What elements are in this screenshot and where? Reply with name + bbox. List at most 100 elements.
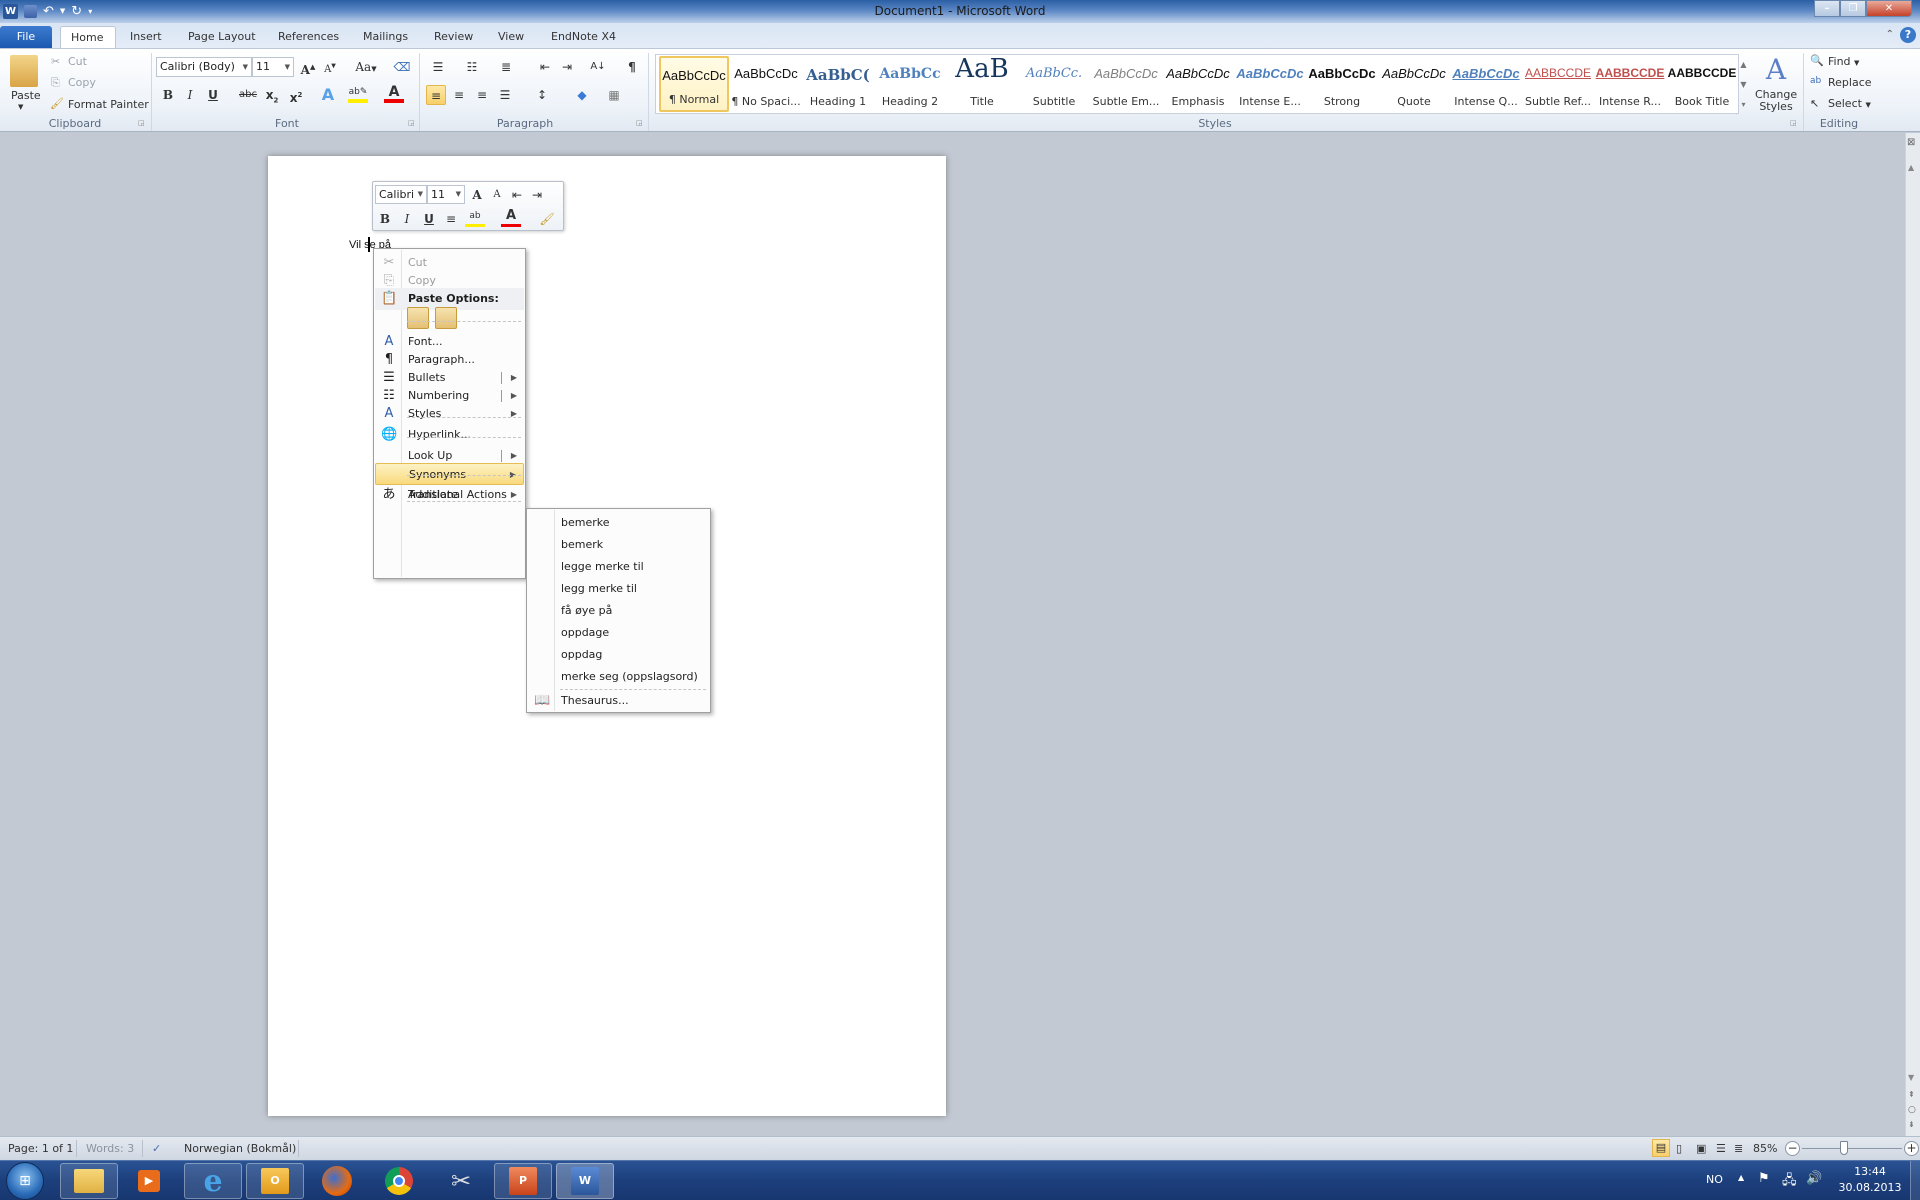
clipboard-launcher-icon[interactable]: ◲ — [138, 119, 145, 127]
scroll-up-icon[interactable]: ▲ — [1908, 163, 1914, 172]
tab-file[interactable]: File — [0, 26, 52, 48]
show-formatting-button[interactable]: ¶ — [622, 57, 642, 77]
minimize-ribbon-icon[interactable]: ⌃ — [1886, 29, 1894, 40]
vertical-scrollbar[interactable]: ⊠ ▲ ▼ ⇞ ○ ⇟ — [1905, 133, 1920, 1136]
shrink-font-button[interactable]: A▼ — [320, 57, 340, 77]
italic-button[interactable]: I — [180, 85, 200, 105]
paste-dropdown-icon[interactable]: ▼ — [18, 103, 23, 111]
font-size-combo[interactable]: 11 ▼ — [252, 57, 294, 77]
style-subtitle[interactable]: AaBbCc. Subtitle — [1019, 56, 1089, 112]
mini-underline-button[interactable]: U — [419, 209, 439, 229]
taskbar-firefox[interactable] — [308, 1163, 366, 1199]
find-button[interactable]: Find ▼ — [1828, 55, 1859, 68]
mini-increase-indent-button[interactable]: ⇥ — [527, 185, 547, 205]
mini-grow-font-button[interactable]: A — [467, 185, 487, 205]
format-painter-button[interactable]: Format Painter — [68, 98, 149, 111]
taskbar-outlook[interactable]: O — [246, 1163, 304, 1199]
numbering-button[interactable]: ☷ — [462, 57, 482, 77]
style-no-spaci[interactable]: AaBbCcDc ¶ No Spaci... — [731, 56, 801, 112]
input-language[interactable]: NO — [1706, 1173, 1723, 1186]
style-emphasis[interactable]: AaBbCcDc Emphasis — [1163, 56, 1233, 112]
taskbar-internet-explorer[interactable]: e — [184, 1163, 242, 1199]
taskbar-media-player[interactable]: ▶ — [120, 1163, 178, 1199]
synonym-item[interactable]: få øye på — [528, 600, 709, 622]
paragraph-launcher-icon[interactable]: ◲ — [636, 119, 643, 127]
menu-item-additional-actions[interactable]: Additional Actions ▶ — [375, 484, 524, 506]
style-quote[interactable]: AaBbCcDc Quote — [1379, 56, 1449, 112]
increase-indent-button[interactable]: ⇥ — [557, 57, 577, 77]
justify-button[interactable]: ☰ — [495, 85, 515, 105]
zoom-slider-thumb[interactable] — [1839, 1141, 1848, 1155]
volume-icon[interactable]: 🔊 — [1806, 1171, 1822, 1186]
network-icon[interactable]: 🖧 — [1782, 1171, 1797, 1193]
line-spacing-button[interactable]: ↕ — [532, 85, 552, 105]
mini-format-painter-button[interactable]: 🖌 — [537, 209, 557, 229]
style-heading-1[interactable]: AaBbC(Heading 1 — [803, 56, 873, 112]
synonym-item[interactable]: oppdag — [528, 644, 709, 666]
proofing-icon[interactable]: ✓ — [152, 1142, 161, 1155]
menu-item-synonyms[interactable]: Synonyms ▶ — [375, 463, 524, 485]
menu-item-hyperlink[interactable]: 🌐 Hyperlink... — [375, 424, 524, 446]
ruler-toggle-icon[interactable]: ⊠ — [1907, 137, 1915, 148]
synonym-item[interactable]: bemerk — [528, 534, 709, 556]
tab-endnote[interactable]: EndNote X4 — [541, 26, 626, 48]
taskbar-powerpoint[interactable]: P — [494, 1163, 552, 1199]
tab-view[interactable]: View — [488, 26, 534, 48]
outline-view-button[interactable]: ☰ — [1716, 1142, 1726, 1155]
mini-highlight-button[interactable]: ab — [465, 209, 485, 227]
show-hidden-icons[interactable]: ▲ — [1738, 1173, 1744, 1182]
draft-view-button[interactable]: ≣ — [1734, 1142, 1743, 1155]
style-subtle-ref[interactable]: AABBCCDE Subtle Ref... — [1523, 56, 1593, 112]
cut-button[interactable]: Cut — [68, 55, 87, 68]
tab-references[interactable]: References — [268, 26, 349, 48]
restore-button[interactable]: ❐ — [1840, 0, 1866, 17]
mini-font-color-button[interactable]: A — [501, 209, 521, 227]
tab-insert[interactable]: Insert — [120, 26, 172, 48]
menu-item-styles[interactable]: A Styles ▶ — [375, 403, 524, 425]
taskbar-word[interactable]: W — [556, 1163, 614, 1199]
mini-font-size-combo[interactable]: 11 ▼ — [427, 185, 465, 204]
font-color-button[interactable]: A — [384, 85, 404, 103]
print-layout-view-button[interactable]: ▤ — [1652, 1139, 1670, 1157]
zoom-in-button[interactable]: + — [1904, 1141, 1919, 1156]
style-heading-2[interactable]: AaBbCc Heading 2 — [875, 56, 945, 112]
mini-italic-button[interactable]: I — [397, 209, 417, 229]
copy-button[interactable]: Copy — [68, 76, 96, 89]
style-normal[interactable]: AaBbCcDc ¶ Normal — [659, 56, 729, 112]
select-button[interactable]: Select ▼ — [1828, 97, 1871, 110]
style-intense-r[interactable]: AABBCCDE Intense R... — [1595, 56, 1665, 112]
page-count[interactable]: Page: 1 of 1 — [8, 1142, 73, 1155]
mini-decrease-indent-button[interactable]: ⇤ — [507, 185, 527, 205]
zoom-level[interactable]: 85% — [1753, 1142, 1777, 1155]
mini-shrink-font-button[interactable]: A — [487, 185, 507, 205]
grow-font-button[interactable]: A▲ — [298, 57, 318, 77]
style-subtle-em[interactable]: AaBbCcDc Subtle Em... — [1091, 56, 1161, 112]
taskbar-chrome[interactable] — [370, 1163, 428, 1199]
font-launcher-icon[interactable]: ◲ — [408, 119, 415, 127]
show-desktop-button[interactable] — [1910, 1161, 1920, 1200]
bullets-button[interactable]: ☰ — [428, 57, 448, 77]
synonym-item[interactable]: legg merke til — [528, 578, 709, 600]
tab-home[interactable]: Home — [60, 26, 116, 48]
start-button[interactable]: ⊞ — [6, 1162, 44, 1200]
underline-button[interactable]: U — [203, 85, 223, 105]
action-center-flag-icon[interactable]: ⚑ — [1758, 1171, 1770, 1186]
clear-formatting-button[interactable]: ⌫ — [392, 57, 412, 77]
browse-object-icon[interactable]: ○ — [1908, 1105, 1916, 1115]
mini-bold-button[interactable]: B — [375, 209, 395, 229]
text-effects-button[interactable]: A — [318, 85, 338, 105]
multilevel-list-button[interactable]: ≣ — [496, 57, 516, 77]
synonym-item[interactable]: oppdage — [528, 622, 709, 644]
menu-item-thesaurus[interactable]: 📖 Thesaurus... — [528, 690, 709, 712]
styles-launcher-icon[interactable]: ◲ — [1790, 119, 1797, 127]
style-title[interactable]: AaB Title — [947, 54, 1017, 112]
align-left-button[interactable]: ≡ — [426, 85, 446, 105]
style-strong[interactable]: AaBbCcDc Strong — [1307, 56, 1377, 112]
zoom-out-button[interactable]: − — [1785, 1141, 1800, 1156]
tab-mailings[interactable]: Mailings — [353, 26, 418, 48]
close-button[interactable]: ✕ — [1866, 0, 1912, 17]
web-layout-view-button[interactable]: ▣ — [1696, 1142, 1706, 1155]
mini-font-name-combo[interactable]: Calibri (E▼ — [375, 185, 427, 204]
sort-button[interactable]: A↓ — [588, 57, 608, 77]
keep-source-formatting-icon[interactable] — [407, 307, 429, 329]
